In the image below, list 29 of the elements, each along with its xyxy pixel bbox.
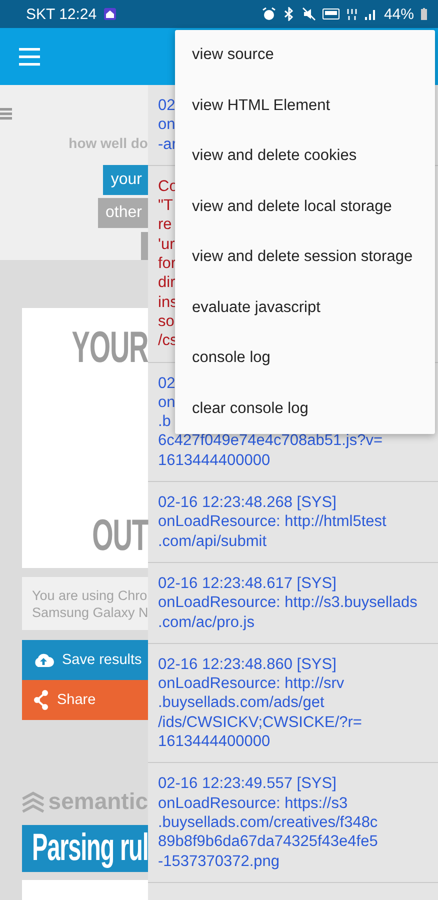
menu-item[interactable]: evaluate javascript [175,282,435,333]
chevrons-up-icon [22,788,44,814]
signal-icon [364,7,378,21]
subtitle: how well do [68,135,148,151]
menu-item[interactable]: view and delete local storage [175,182,435,232]
score-heading: YOUR [72,326,148,370]
alarm-icon [262,7,276,21]
browser-info: You are using Chro Samsung Galaxy N [22,577,148,630]
save-button[interactable]: Save results [22,640,148,680]
log-entry: 02-16 12:23:48.617 [SYS] onLoadResource: http://s3.buysellads .com/ac/pro.js [148,562,438,644]
battery-icon [420,7,428,21]
mute-icon [302,7,316,21]
button-edge [141,232,148,260]
log-entry: 02-16 12:23:48.268 [SYS] onLoadResource: http://html5test .com/api/submit [148,482,438,563]
bluetooth-icon [282,7,296,21]
menu-icon[interactable] [19,48,40,66]
log-entry: 02-16 12:23:48.860 [SYS] onLoadResource: http://srv .buysellads.com/ads/get /ids/CWSICKV;CWSICKE/?r= 1613444400000 [148,644,438,764]
carrier-time: SKT 12:24 [26,6,97,22]
log-entry: 02-16 12:23:49.557 [SYS] onLoadResource: https://s3 .buysellads.com/creatives/f348c 89b8f9b6da67da74325f43e4fe5 -1537370372.png [148,763,438,883]
score-footer: OUT [92,514,148,558]
menu-item[interactable]: view and delete session storage [175,232,435,282]
home-icon [102,7,117,21]
tab[interactable]: your [102,165,148,195]
menu-icon[interactable] [0,108,12,120]
menu-item[interactable]: clear console log [175,384,435,434]
section-title: Parsing rul [32,827,148,870]
battery-percentage: 44% [384,6,414,22]
cloud-upload-icon [33,653,54,667]
share-icon [33,690,49,710]
